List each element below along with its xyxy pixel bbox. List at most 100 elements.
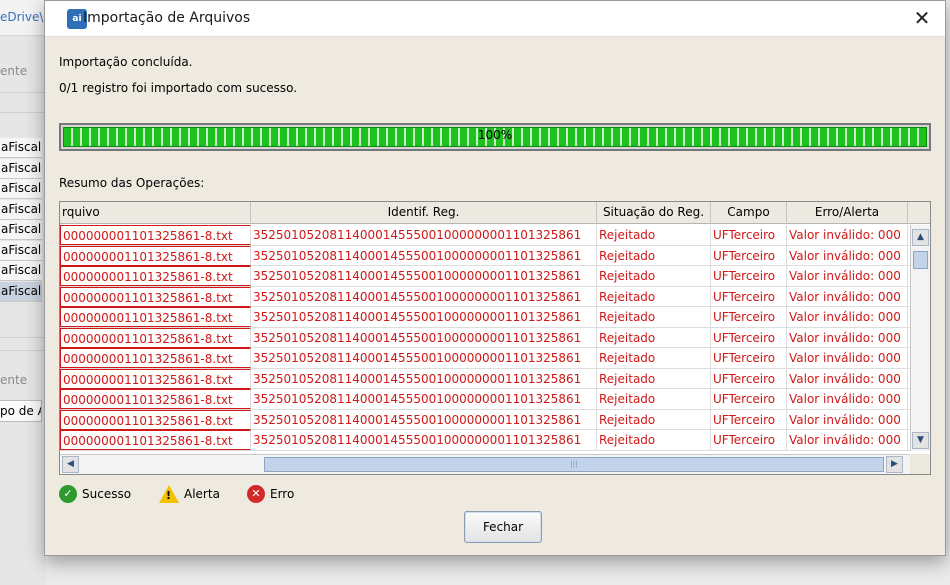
column-header-erro[interactable]: Erro/Alerta	[787, 202, 908, 224]
cell-situacao: Rejeitado	[597, 327, 711, 348]
cell-arquivo: 000000001101325861-8.txt	[60, 409, 251, 430]
progress-label: 100%	[477, 128, 513, 142]
background-list-item[interactable]: aFiscal	[0, 158, 42, 179]
table-row[interactable]: 000000001101325861-8.txt 3525010520811400…	[60, 368, 910, 389]
cell-campo: UFTerceiro	[711, 409, 787, 430]
cell-erro: Valor inválido: 000	[787, 307, 908, 327]
table-body: 000000001101325861-8.txt 3525010520811400…	[60, 225, 910, 451]
dialog-titlebar[interactable]: ai Importação de Arquivos ✕	[45, 1, 945, 37]
scroll-down-icon[interactable]: ▼	[912, 432, 929, 449]
cell-erro: Valor inválido: 000	[787, 225, 908, 245]
table-row[interactable]: 000000001101325861-8.txt 3525010520811400…	[60, 307, 910, 328]
cell-erro: Valor inválido: 000	[787, 286, 908, 307]
progress-bar: 100%	[59, 123, 931, 151]
cell-campo: UFTerceiro	[711, 368, 787, 389]
background-list-item[interactable]: aFiscal	[0, 261, 42, 281]
legend-success-label: Sucesso	[82, 487, 132, 501]
background-list-item[interactable]: aFiscal	[0, 199, 42, 220]
cell-situacao: Rejeitado	[597, 368, 711, 389]
cell-arquivo: 000000001101325861-8.txt	[60, 368, 251, 389]
cell-situacao: Rejeitado	[597, 389, 711, 409]
column-header-situacao[interactable]: Situação do Reg.	[597, 202, 711, 224]
cell-arquivo: 000000001101325861-8.txt	[60, 327, 251, 348]
cell-erro: Valor inválido: 000	[787, 430, 908, 450]
cell-identif: 3525010520811400014555001000000001101325…	[251, 245, 597, 266]
scroll-left-icon[interactable]: ◀	[62, 456, 79, 473]
background-list-item[interactable]: aFiscal	[0, 281, 42, 302]
background-label: ente	[0, 64, 28, 78]
table-row[interactable]: 000000001101325861-8.txt 3525010520811400…	[60, 266, 910, 287]
cell-arquivo: 000000001101325861-8.txt	[60, 430, 251, 450]
cell-identif: 3525010520811400014555001000000001101325…	[251, 327, 597, 348]
table-row[interactable]: 000000001101325861-8.txt 3525010520811400…	[60, 389, 910, 410]
cell-campo: UFTerceiro	[711, 430, 787, 450]
cell-arquivo: 000000001101325861-8.txt	[60, 266, 251, 286]
background-label: ente	[0, 373, 28, 387]
horizontal-scrollbar[interactable]: ◀ ||| ▶	[60, 454, 910, 474]
background-divider	[0, 350, 46, 351]
cell-campo: UFTerceiro	[711, 327, 787, 348]
cell-identif: 3525010520811400014555001000000001101325…	[251, 409, 597, 430]
table-row[interactable]: 000000001101325861-8.txt 3525010520811400…	[60, 327, 910, 348]
cell-identif: 3525010520811400014555001000000001101325…	[251, 307, 597, 327]
dialog-title: Importação de Arquivos	[83, 10, 251, 26]
cell-arquivo: 000000001101325861-8.txt	[60, 307, 251, 327]
legend-error: ✕ Erro	[247, 485, 294, 503]
background-field[interactable]: po de A	[0, 400, 42, 422]
summary-label: Resumo das Operações:	[59, 176, 205, 190]
close-icon[interactable]: ✕	[899, 1, 945, 37]
table-row[interactable]: 000000001101325861-8.txt 3525010520811400…	[60, 430, 910, 451]
table-row[interactable]: 000000001101325861-8.txt 3525010520811400…	[60, 348, 910, 369]
cell-campo: UFTerceiro	[711, 389, 787, 409]
horizontal-scroll-thumb[interactable]: |||	[264, 457, 884, 472]
background-list-item[interactable]: aFiscal	[0, 220, 42, 240]
table-row[interactable]: 000000001101325861-8.txt 3525010520811400…	[60, 245, 910, 266]
cell-campo: UFTerceiro	[711, 245, 787, 266]
table-row[interactable]: 000000001101325861-8.txt 3525010520811400…	[60, 286, 910, 307]
background-list-item[interactable]: aFiscal	[0, 138, 42, 158]
cell-situacao: Rejeitado	[597, 409, 711, 430]
table-row[interactable]: 000000001101325861-8.txt 3525010520811400…	[60, 409, 910, 430]
background-divider	[0, 337, 46, 338]
cell-arquivo: 000000001101325861-8.txt	[60, 348, 251, 368]
cell-situacao: Rejeitado	[597, 286, 711, 307]
scroll-right-icon[interactable]: ▶	[886, 456, 903, 473]
vertical-scrollbar[interactable]: ▲ ▼	[910, 225, 930, 451]
cell-erro: Valor inválido: 000	[787, 245, 908, 266]
column-header-identif[interactable]: Identif. Reg.	[251, 202, 597, 224]
cell-campo: UFTerceiro	[711, 286, 787, 307]
cell-campo: UFTerceiro	[711, 348, 787, 368]
column-header-arquivo[interactable]: rquivo	[60, 202, 251, 224]
cell-campo: UFTerceiro	[711, 225, 787, 245]
cell-erro: Valor inválido: 000	[787, 266, 908, 286]
cell-identif: 3525010520811400014555001000000001101325…	[251, 348, 597, 368]
column-header-campo[interactable]: Campo	[711, 202, 787, 224]
check-circle-icon: ✓	[59, 485, 77, 503]
background-list-item[interactable]: aFiscal	[0, 179, 42, 199]
cell-situacao: Rejeitado	[597, 348, 711, 368]
cell-identif: 3525010520811400014555001000000001101325…	[251, 266, 597, 286]
cell-situacao: Rejeitado	[597, 225, 711, 245]
close-button[interactable]: Fechar	[464, 511, 542, 543]
background-divider	[0, 92, 46, 93]
cell-situacao: Rejeitado	[597, 430, 711, 450]
x-circle-icon: ✕	[247, 485, 265, 503]
table-row[interactable]: 000000001101325861-8.txt 3525010520811400…	[60, 225, 910, 246]
scroll-corner	[910, 454, 930, 474]
status-detail: 0/1 registro foi importado com sucesso.	[59, 81, 298, 95]
legend-warning: ! Alerta	[159, 485, 220, 503]
legend-warning-label: Alerta	[184, 487, 220, 501]
vertical-scroll-thumb[interactable]	[913, 251, 928, 269]
cell-situacao: Rejeitado	[597, 266, 711, 286]
cell-situacao: Rejeitado	[597, 307, 711, 327]
background-list-item[interactable]: aFiscal	[0, 240, 42, 261]
cell-identif: 3525010520811400014555001000000001101325…	[251, 225, 597, 245]
scroll-up-icon[interactable]: ▲	[912, 229, 929, 246]
background-toolbar: eDrive\	[0, 0, 46, 36]
cell-identif: 3525010520811400014555001000000001101325…	[251, 389, 597, 409]
cell-arquivo: 000000001101325861-8.txt	[60, 225, 251, 245]
cell-identif: 3525010520811400014555001000000001101325…	[251, 430, 597, 450]
results-table: rquivo Identif. Reg. Situação do Reg. Ca…	[59, 201, 931, 475]
cell-erro: Valor inválido: 000	[787, 409, 908, 430]
legend-error-label: Erro	[270, 487, 295, 501]
